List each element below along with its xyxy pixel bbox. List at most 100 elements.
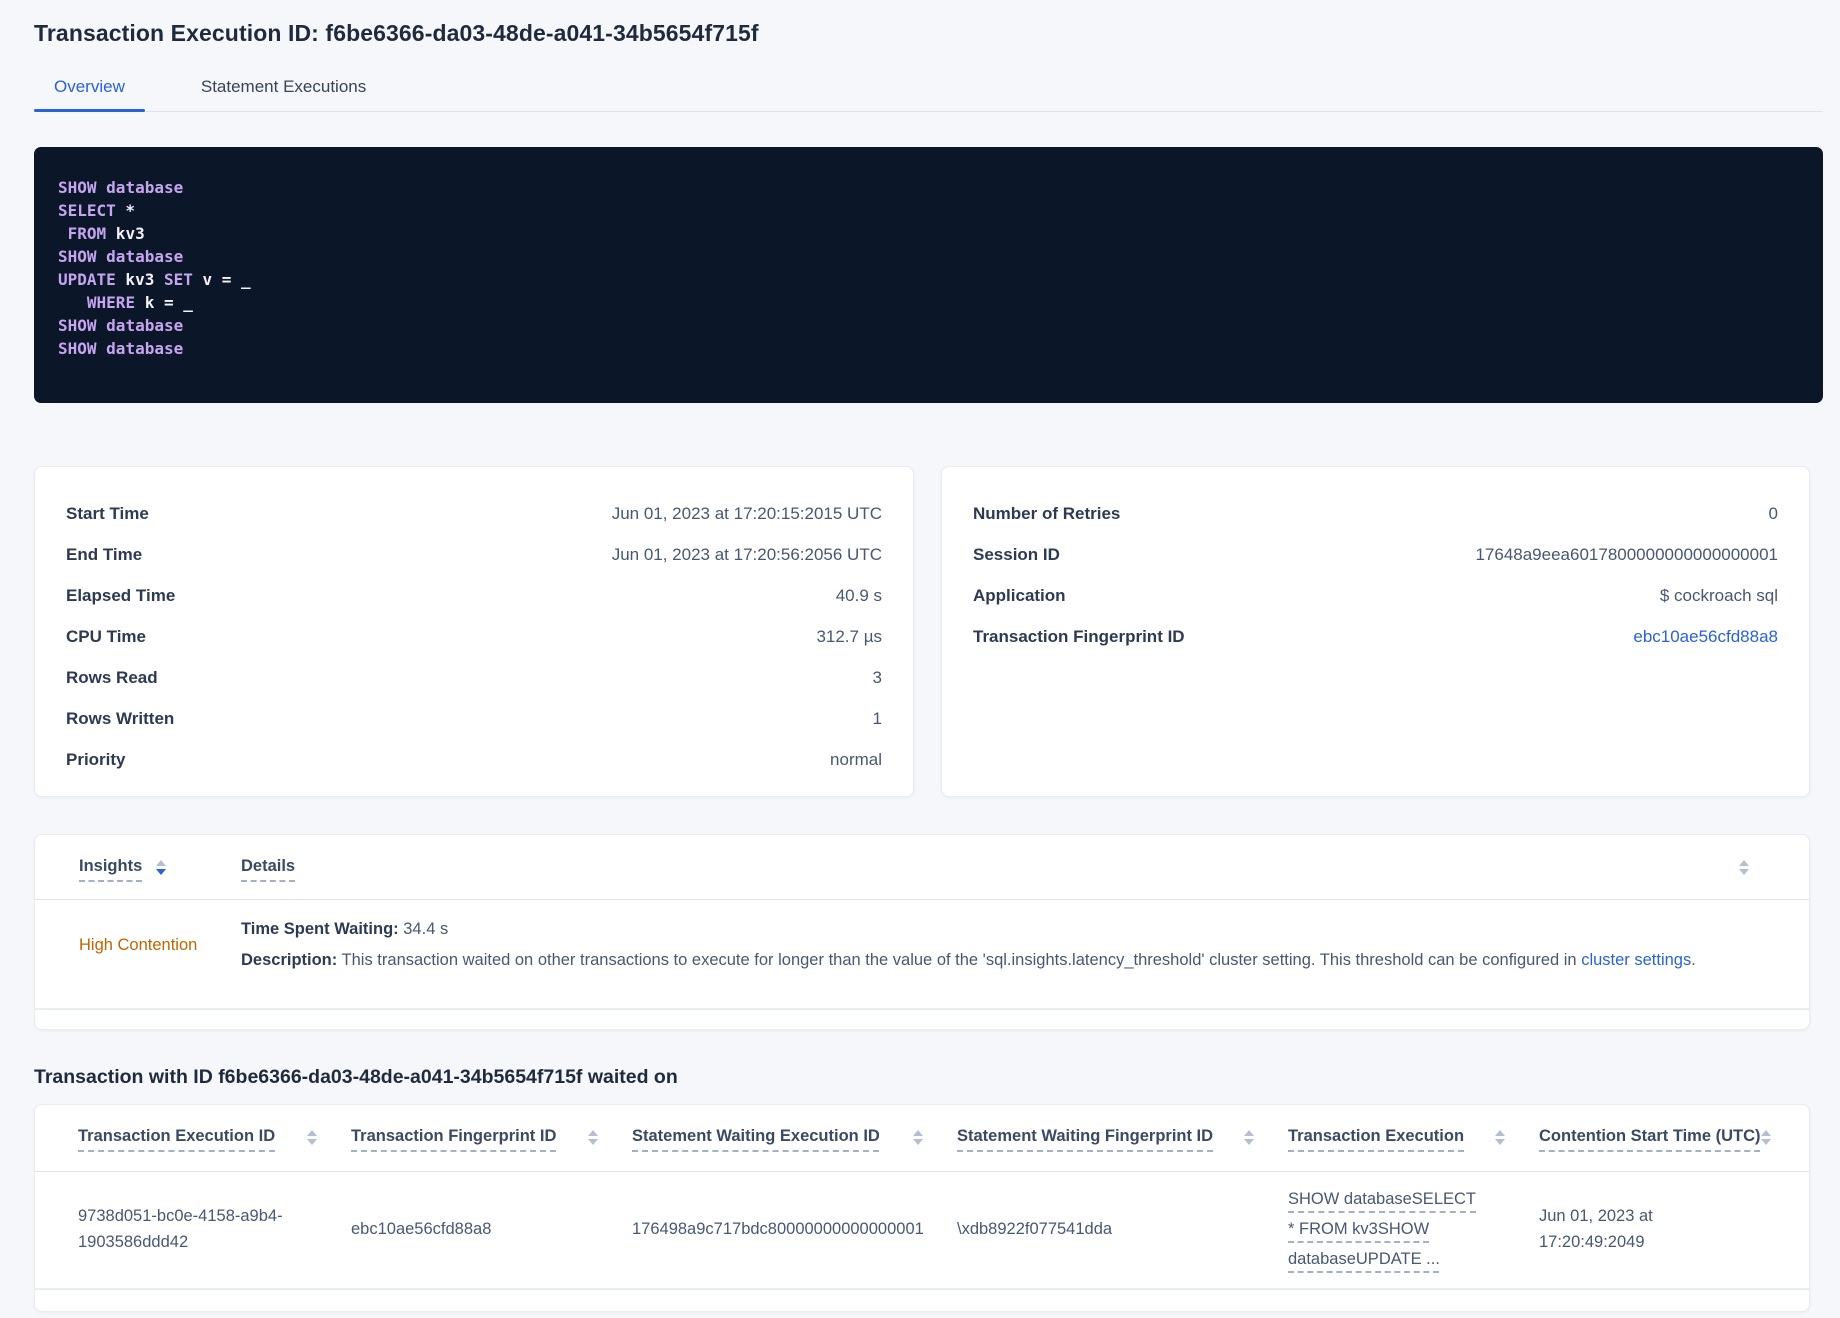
insight-type-badge: High Contention bbox=[79, 935, 198, 954]
sql-text: v = _ bbox=[192, 270, 251, 289]
sql-keyword: SHOW bbox=[58, 178, 97, 197]
kv-row-elapsed-time: Elapsed Time 40.9 s bbox=[66, 575, 882, 616]
details-column-header[interactable]: Details bbox=[241, 857, 295, 876]
rows-read-value: 3 bbox=[872, 667, 882, 687]
sort-icon[interactable] bbox=[1244, 1130, 1254, 1145]
sort-up-arrow bbox=[1244, 1130, 1254, 1136]
sql-text: kv3 bbox=[106, 224, 145, 243]
kv-row-start-time: Start Time Jun 01, 2023 at 17:20:15:2015 … bbox=[66, 493, 882, 534]
kv-row-transaction-fingerprint-id: Transaction Fingerprint ID ebc10ae56cfd88… bbox=[973, 616, 1778, 657]
kv-row-session-id: Session ID 17648a9eea60178000000000000000… bbox=[973, 534, 1778, 575]
rows-written-label: Rows Written bbox=[66, 708, 175, 728]
sort-icon[interactable] bbox=[588, 1130, 598, 1145]
sql-keyword: WHERE bbox=[86, 293, 136, 312]
contention-start-time-utc-header-label[interactable]: Contention Start Time (UTC) bbox=[1539, 1127, 1761, 1146]
sql-statement-line: SHOW database bbox=[58, 337, 1799, 360]
cell-value: ebc10ae56cfd88a8 bbox=[351, 1220, 492, 1238]
sql-keyword: SHOW bbox=[58, 316, 97, 335]
cell-statement-waiting-execution-id: 176498a9c717bdc80000000000000001 bbox=[632, 1216, 957, 1242]
end-time-label: End Time bbox=[66, 544, 143, 564]
sort-icon[interactable] bbox=[913, 1130, 923, 1145]
insight-description: Description: This transaction waited on … bbox=[241, 945, 1785, 976]
sql-statement-line: SELECT * bbox=[58, 199, 1799, 222]
insight-details: Time Spent Waiting: 34.4 s Description: … bbox=[241, 914, 1785, 976]
elapsed-time-label: Elapsed Time bbox=[66, 585, 176, 605]
sql-text: k = _ bbox=[135, 293, 193, 312]
sort-down-arrow bbox=[1495, 1139, 1505, 1145]
sort-up-arrow bbox=[913, 1130, 923, 1136]
tab-label: Overview bbox=[54, 77, 125, 96]
kv-row-rows-read: Rows Read 3 bbox=[66, 657, 882, 698]
sql-keyword: SELECT bbox=[58, 201, 116, 220]
kv-row-cpu-time: CPU Time 312.7 µs bbox=[66, 616, 882, 657]
cell-value: 176498a9c717bdc80000000000000001 bbox=[632, 1220, 924, 1238]
rows-written-value: 1 bbox=[872, 708, 882, 728]
priority-value: normal bbox=[830, 749, 882, 769]
page-title: Transaction Execution ID: f6be6366-da03-… bbox=[34, 20, 759, 46]
transaction-execution-link[interactable]: SHOW databaseSELECT * FROM kv3SHOW datab… bbox=[1288, 1184, 1478, 1274]
cell-transaction-execution: SHOW databaseSELECT * FROM kv3SHOW datab… bbox=[1288, 1184, 1539, 1274]
start-time-label: Start Time bbox=[66, 503, 149, 523]
kv-row-priority: Priority normal bbox=[66, 739, 882, 780]
tab-overview[interactable]: Overview bbox=[34, 77, 145, 112]
insight-row: High Contention Time Spent Waiting: 34.4… bbox=[35, 900, 1809, 976]
column-header-transaction-execution-id: Transaction Execution ID bbox=[78, 1127, 351, 1171]
summary-cards-row: Start Time Jun 01, 2023 at 17:20:15:2015 … bbox=[34, 466, 1810, 797]
sql-statement-line: SHOW database bbox=[58, 245, 1799, 268]
priority-label: Priority bbox=[66, 749, 126, 769]
waiting-label: Time Spent Waiting: bbox=[241, 920, 399, 938]
cell-value: Jun 01, 2023 at 17:20:49:2049 bbox=[1539, 1207, 1653, 1251]
sql-keyword: SET bbox=[163, 270, 193, 289]
sort-icon[interactable] bbox=[307, 1130, 317, 1145]
tab-statement-executions[interactable]: Statement Executions bbox=[201, 77, 366, 111]
end-time-value: Jun 01, 2023 at 17:20:56:2056 UTC bbox=[611, 544, 882, 564]
insights-column-header[interactable]: Insights bbox=[79, 857, 142, 876]
insights-column: Insights bbox=[79, 857, 241, 876]
sql-statement-line: SHOW database bbox=[58, 314, 1799, 337]
execution-summary-card: Start Time Jun 01, 2023 at 17:20:15:2015 … bbox=[34, 466, 914, 797]
sort-icon[interactable] bbox=[156, 860, 167, 875]
description-text: This transaction waited on other transac… bbox=[337, 951, 1582, 969]
sql-statement-line: FROM kv3 bbox=[58, 222, 1799, 245]
transaction-fingerprint-id-value[interactable]: ebc10ae56cfd88a8 bbox=[1633, 627, 1778, 647]
statement-waiting-fingerprint-id-header-label[interactable]: Statement Waiting Fingerprint ID bbox=[957, 1127, 1213, 1146]
sort-icon[interactable] bbox=[1760, 1130, 1771, 1145]
sql-text: * bbox=[115, 201, 136, 220]
cluster-settings-link[interactable]: cluster settings bbox=[1581, 951, 1691, 969]
sort-icon[interactable] bbox=[1739, 860, 1749, 875]
waited-table-header: Transaction Execution ID Transaction Fing… bbox=[35, 1127, 1809, 1171]
transaction-execution-id-header-label[interactable]: Transaction Execution ID bbox=[78, 1127, 275, 1146]
kv-row-application: Application $ cockroach sql bbox=[973, 575, 1778, 616]
sort-up-arrow bbox=[307, 1130, 317, 1136]
sql-keyword: FROM bbox=[67, 224, 107, 243]
insights-table-header: Insights Details bbox=[35, 857, 1809, 899]
session-id-label: Session ID bbox=[973, 544, 1060, 564]
transaction-execution-header-label[interactable]: Transaction Execution bbox=[1288, 1127, 1464, 1146]
waited-on-table-card: Transaction Execution ID Transaction Fing… bbox=[34, 1104, 1810, 1312]
column-header-statement-waiting-fingerprint-id: Statement Waiting Fingerprint ID bbox=[957, 1127, 1288, 1171]
insights-card: Insights Details High Contention Time Sp… bbox=[34, 834, 1810, 1030]
number-of-retries-label: Number of Retries bbox=[973, 503, 1121, 523]
sql-keyword: database bbox=[106, 178, 184, 197]
sql-statement-line: SHOW database bbox=[58, 176, 1799, 199]
sql-keyword: database bbox=[106, 316, 184, 335]
sql-statement-line: WHERE k = _ bbox=[58, 291, 1799, 314]
tab-label: Statement Executions bbox=[200, 77, 367, 96]
waited-on-heading: Transaction with ID f6be6366-da03-48de-a… bbox=[34, 1066, 678, 1088]
sql-keyword: SHOW bbox=[58, 247, 97, 266]
transaction-fingerprint-id-header-label[interactable]: Transaction Fingerprint ID bbox=[351, 1127, 556, 1146]
sort-down-arrow bbox=[913, 1139, 923, 1145]
table-row: 9738d051-bc0e-4158-a9b4-1903586ddd42 ebc1… bbox=[35, 1172, 1809, 1288]
kv-row-end-time: End Time Jun 01, 2023 at 17:20:56:2056 UT… bbox=[66, 534, 882, 575]
card-padding bbox=[35, 1290, 1809, 1311]
sql-keyword: database bbox=[106, 247, 184, 266]
session-summary-card: Number of Retries 0 Session ID 17648a9eea60… bbox=[941, 466, 1810, 797]
statement-waiting-execution-id-header-label[interactable]: Statement Waiting Execution ID bbox=[632, 1127, 880, 1146]
sort-icon[interactable] bbox=[1495, 1130, 1505, 1145]
sql-keyword: database bbox=[106, 339, 184, 358]
cell-transaction-fingerprint-id: ebc10ae56cfd88a8 bbox=[351, 1216, 632, 1242]
